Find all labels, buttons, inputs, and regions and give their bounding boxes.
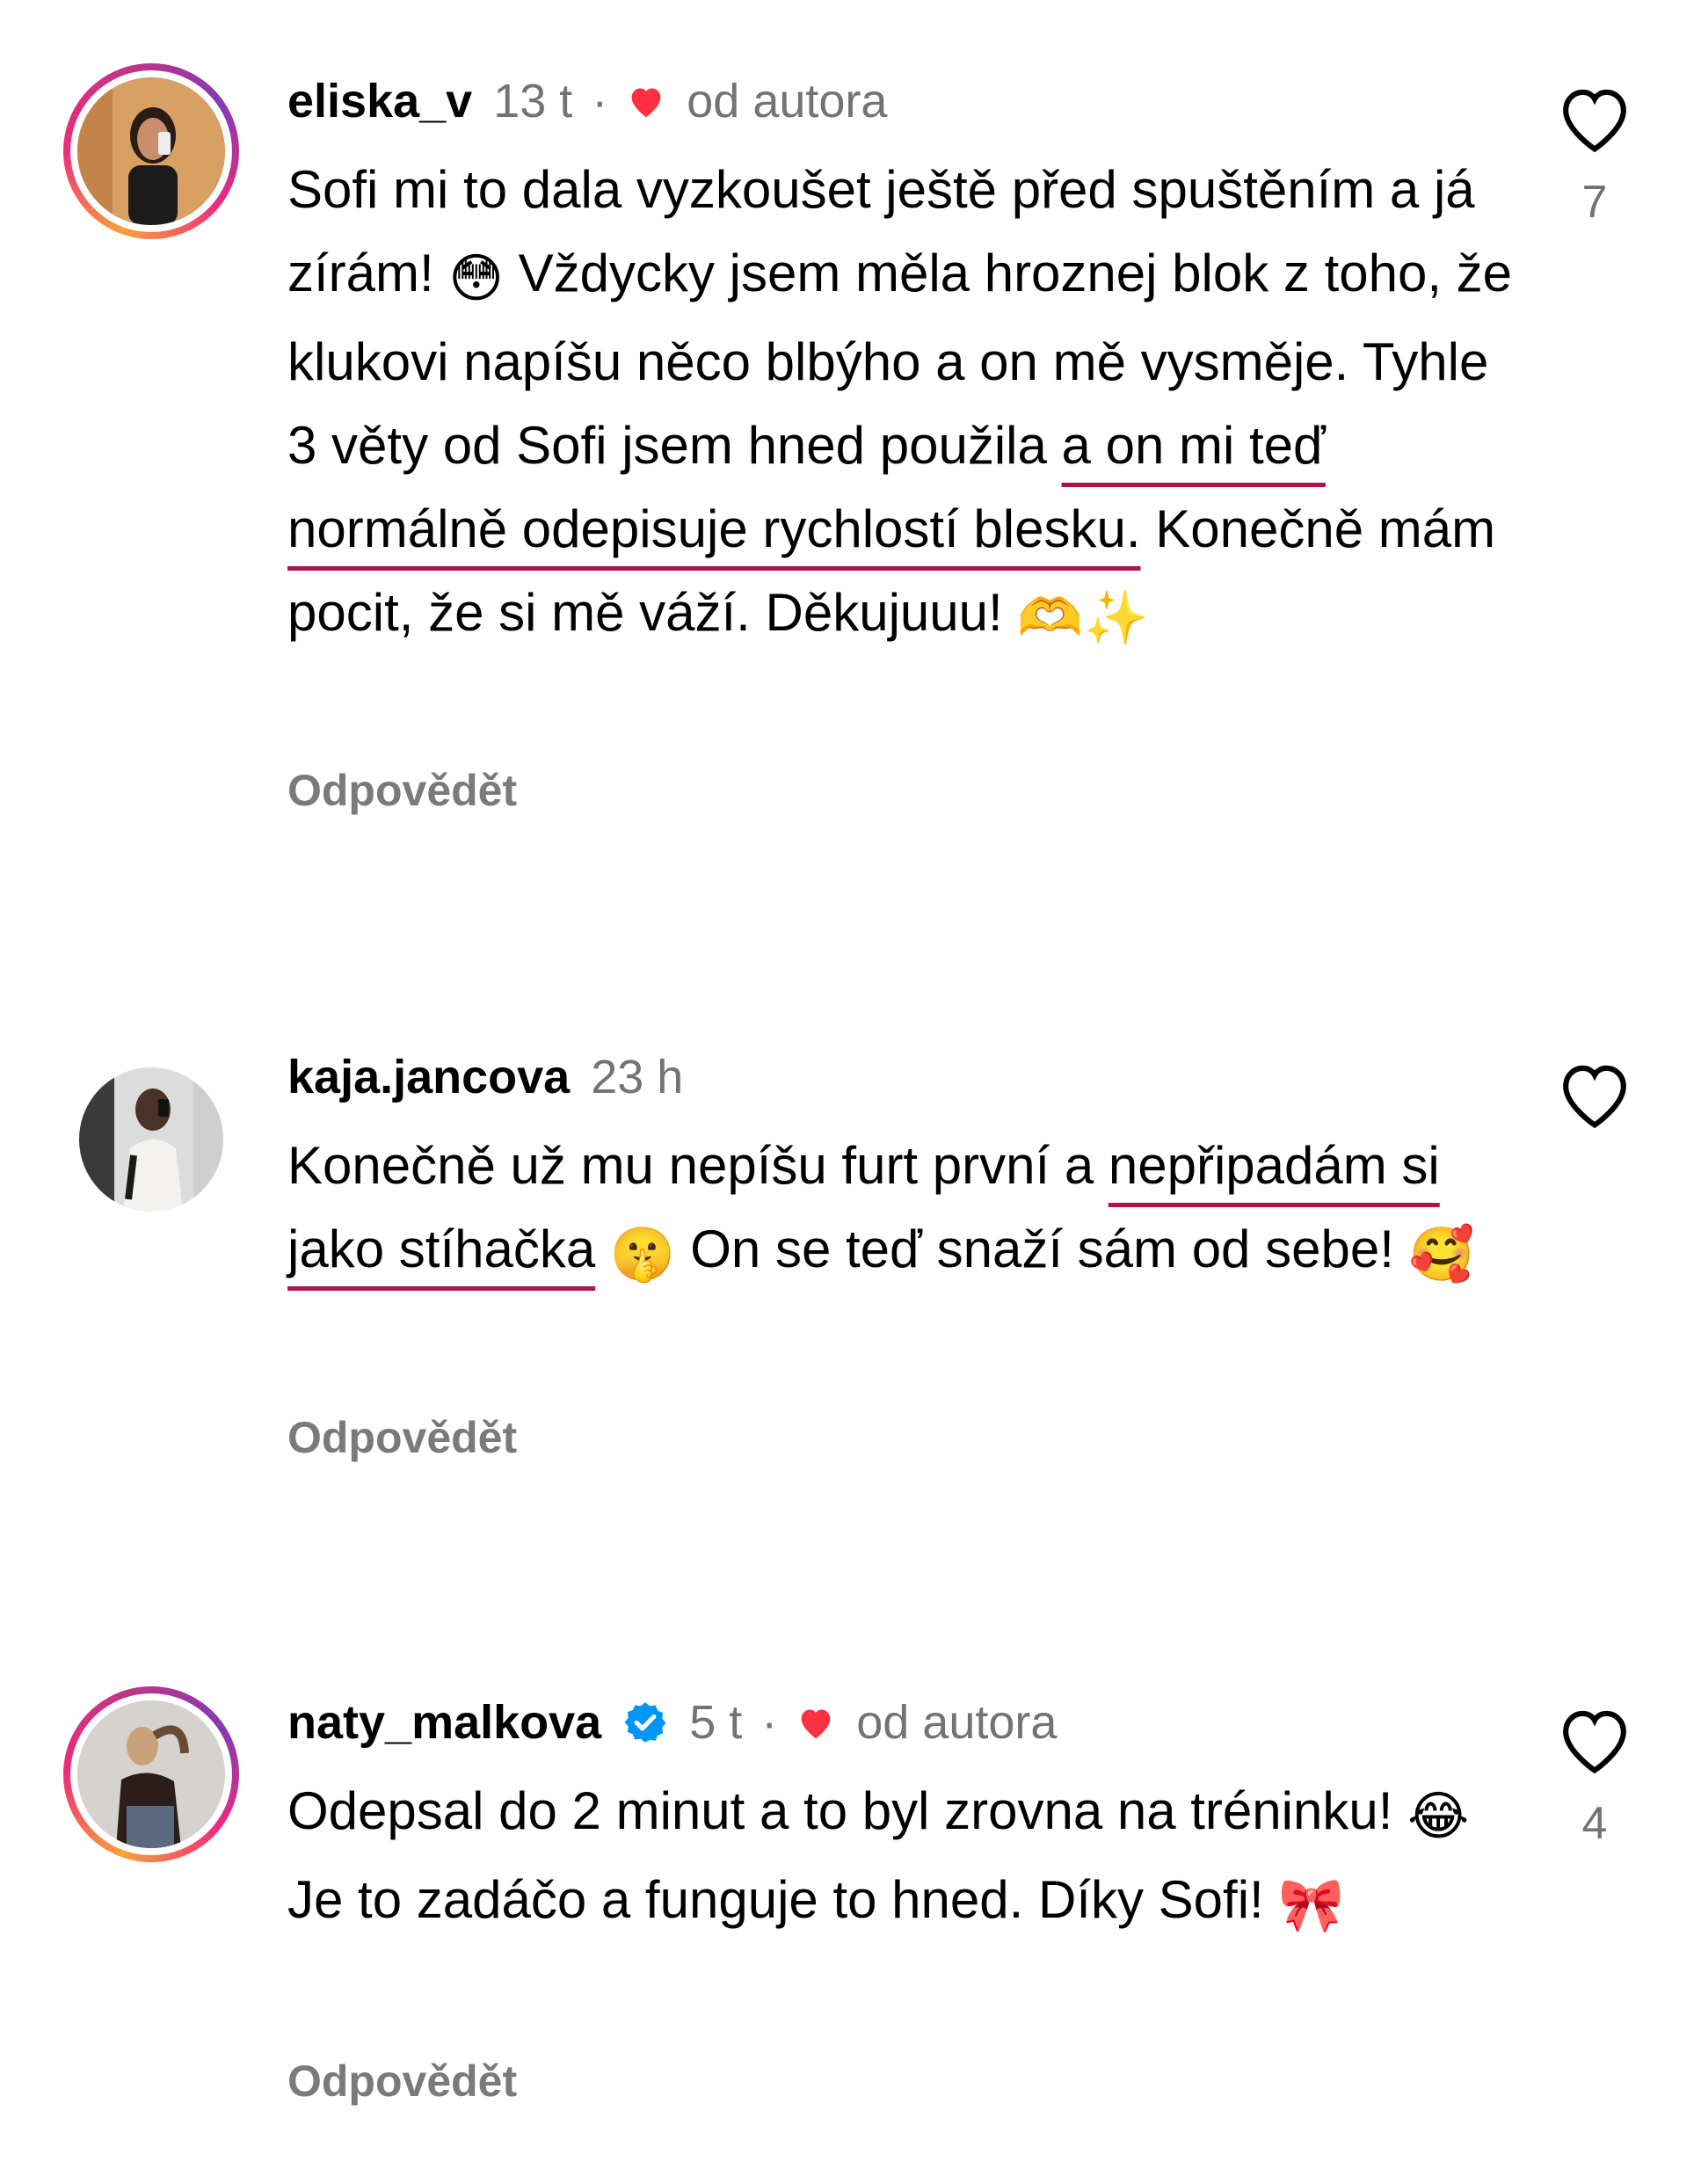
flushed-emoji: 😳 bbox=[448, 249, 504, 308]
text-part: On se teď snaží sám od sebe! bbox=[675, 1219, 1409, 1278]
timestamp: 23 h bbox=[591, 1051, 684, 1103]
avatar-kaja[interactable] bbox=[63, 1052, 239, 1227]
text-part: Je to zadáčo a funguje to hned. Díky Sof… bbox=[287, 1870, 1279, 1929]
like-count: 4 bbox=[1581, 1798, 1608, 1849]
heart-outline-icon[interactable] bbox=[1554, 1057, 1635, 1131]
reply-button[interactable]: Odpovědět bbox=[287, 2056, 517, 2107]
author-tag: od autora bbox=[687, 75, 888, 127]
heart-outline-icon[interactable] bbox=[1554, 1702, 1635, 1776]
username[interactable]: eliska_v bbox=[287, 74, 472, 128]
comment-header: naty_malkova 5 t · od autora bbox=[287, 1692, 1057, 1753]
text-part: Konečně už mu nepíšu furt první a bbox=[287, 1136, 1109, 1195]
tears-of-joy-emoji: 😂 bbox=[1407, 1787, 1470, 1845]
separator: · bbox=[592, 75, 608, 127]
heart-filled-icon bbox=[631, 88, 661, 118]
separator: · bbox=[761, 1696, 778, 1749]
username[interactable]: kaja.jancova bbox=[287, 1050, 570, 1104]
comment-text: Sofi mi to dala vyzkoušet ještě před spu… bbox=[287, 148, 1527, 659]
text-part: Odepsal do 2 minut a to byl zrovna na tr… bbox=[287, 1781, 1408, 1840]
ribbon-emoji: 🎀 bbox=[1278, 1875, 1345, 1934]
reply-button[interactable]: Odpovědět bbox=[287, 765, 517, 816]
author-tag: od autora bbox=[856, 1696, 1058, 1749]
like-count: 7 bbox=[1581, 177, 1608, 228]
comment-header: eliska_v 13 t · od autora bbox=[287, 70, 887, 132]
avatar-eliska[interactable] bbox=[63, 63, 239, 239]
comment-text: Odepsal do 2 minut a to byl zrovna na tr… bbox=[287, 1769, 1527, 1947]
heart-filled-icon bbox=[801, 1709, 831, 1739]
heart-outline-icon[interactable] bbox=[1554, 81, 1635, 155]
timestamp: 5 t bbox=[689, 1696, 743, 1749]
comment-header: kaja.jancova 23 h bbox=[287, 1046, 683, 1108]
shushing-emoji: 🤫 bbox=[609, 1225, 676, 1284]
comment-text: Konečně už mu nepíšu furt první a nepřip… bbox=[287, 1124, 1527, 1296]
timestamp: 13 t bbox=[493, 75, 573, 127]
heart-hands-emoji: 🫶✨ bbox=[1017, 588, 1149, 647]
smiling-hearts-emoji: 🥰 bbox=[1408, 1225, 1475, 1284]
avatar-naty[interactable] bbox=[63, 1686, 239, 1862]
reply-button[interactable]: Odpovědět bbox=[287, 1412, 517, 1463]
username[interactable]: naty_malkova bbox=[287, 1695, 601, 1750]
verified-badge-icon bbox=[624, 1702, 666, 1743]
